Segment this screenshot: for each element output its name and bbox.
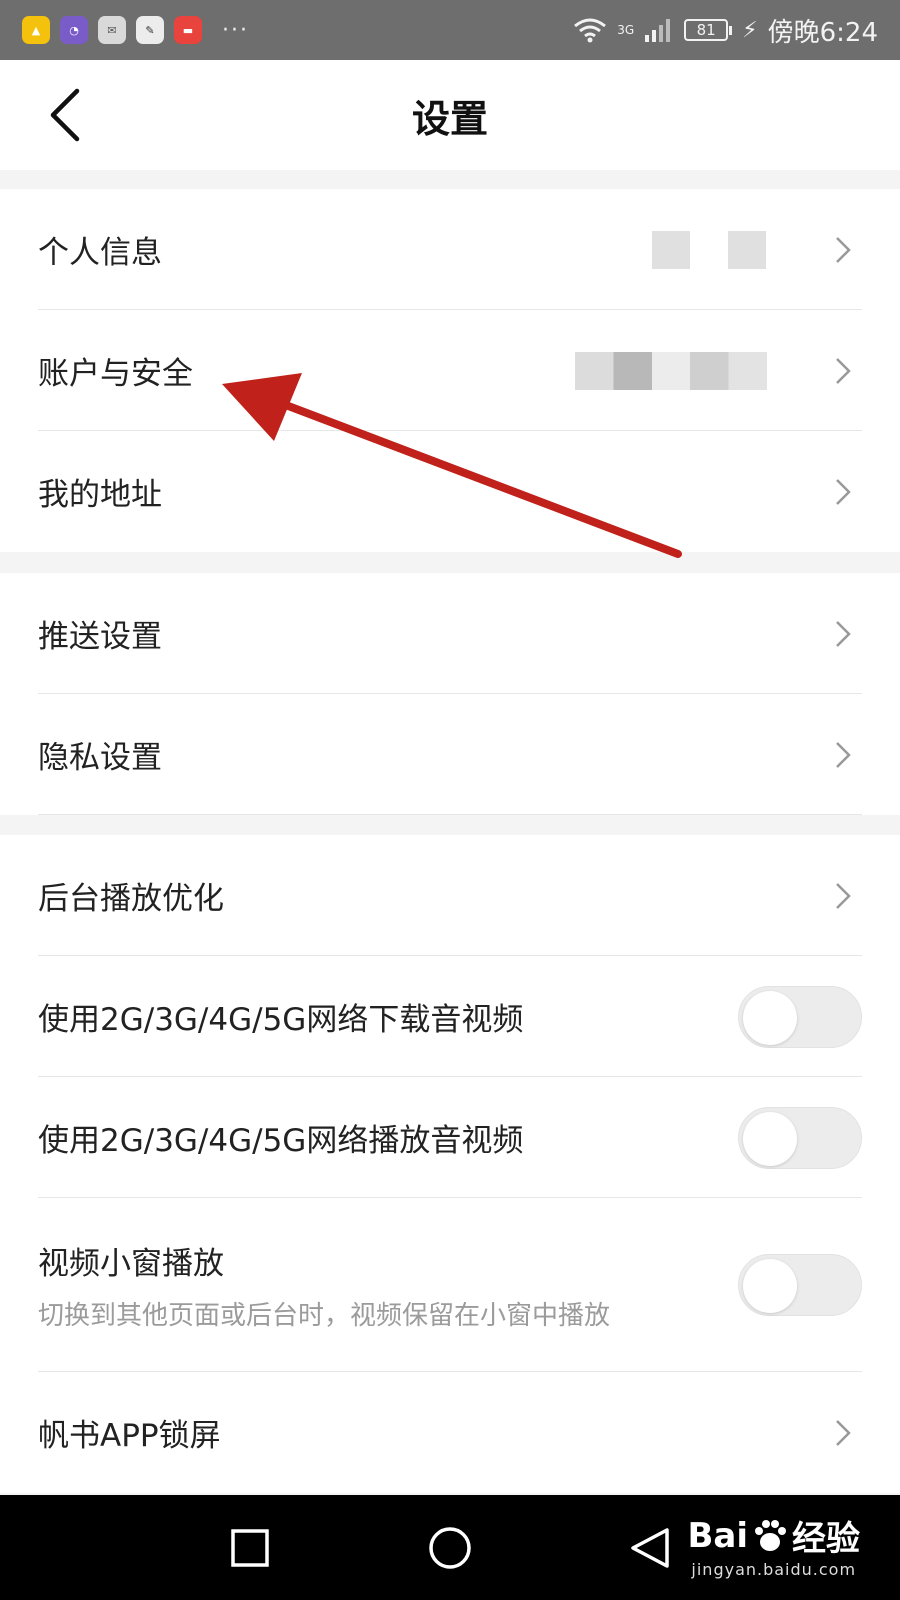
- row-description: 切换到其他页面或后台时，视频保留在小窗中播放: [38, 1301, 611, 1331]
- settings-row-background-playback[interactable]: 后台播放优化: [0, 835, 900, 956]
- mobile-download-toggle[interactable]: [738, 985, 862, 1048]
- row-label: 使用2G/3G/4G/5G网络下载音视频: [38, 1002, 524, 1038]
- row-label: 使用2G/3G/4G/5G网络播放音视频: [38, 1123, 524, 1159]
- settings-row-app-lock-screen[interactable]: 帆书APP锁屏: [0, 1372, 900, 1493]
- huawei-notification-icon: ✉: [98, 16, 126, 44]
- network-type-label: 3G: [617, 23, 635, 37]
- battery-indicator: 81: [684, 19, 733, 41]
- app-notification-icon: ◔: [60, 16, 88, 44]
- mobile-playback-toggle[interactable]: [738, 1106, 862, 1169]
- row-label: 我的地址: [38, 477, 162, 513]
- circle-icon: [429, 1527, 471, 1569]
- account-settings-group: 个人信息 账户与安全 我的地址: [0, 189, 900, 552]
- watermark-url: jingyan.baidu.com: [691, 1560, 857, 1579]
- wifi-icon: [574, 18, 607, 43]
- toggle-knob: [743, 1259, 797, 1313]
- chevron-right-icon: [834, 235, 854, 265]
- chevron-right-icon: [834, 477, 854, 507]
- row-label: 隐私设置: [38, 740, 162, 776]
- settings-row-privacy-settings[interactable]: 隐私设置: [0, 694, 900, 815]
- row-label: 视频小窗播放: [38, 1246, 224, 1282]
- square-icon: [231, 1529, 269, 1567]
- system-navigation-bar: Bai 经验 jingyan.baidu.com: [0, 1495, 900, 1600]
- row-label: 推送设置: [38, 619, 162, 655]
- picture-in-picture-toggle[interactable]: [738, 1254, 862, 1316]
- row-label: 后台播放优化: [38, 881, 224, 917]
- settings-row-mobile-playback: 使用2G/3G/4G/5G网络播放音视频: [0, 1077, 900, 1198]
- toggle-knob: [743, 1111, 797, 1166]
- settings-row-my-address[interactable]: 我的地址: [0, 431, 900, 552]
- redacted-avatar: [652, 230, 690, 269]
- signal-icon: [645, 19, 671, 42]
- redacted-name: [728, 230, 766, 269]
- row-label: 帆书APP锁屏: [38, 1418, 221, 1454]
- notification-icons: ▲ ◔ ✉ ✎ ▬ ···: [22, 16, 249, 44]
- chevron-right-icon: [834, 356, 854, 386]
- playback-settings-group: 后台播放优化 使用2G/3G/4G/5G网络下载音视频 使用2G/3G/4G/5…: [0, 835, 900, 1493]
- back-arrow-icon: [50, 88, 80, 142]
- app-notification-icon: ▬: [174, 16, 202, 44]
- battery-level: 81: [684, 19, 729, 41]
- chevron-right-icon: [834, 619, 854, 649]
- watermark-brand-suffix: 经验: [792, 1519, 860, 1559]
- notification-settings-group: 推送设置 隐私设置: [0, 573, 900, 815]
- home-button[interactable]: [425, 1523, 475, 1573]
- chevron-right-icon: [834, 740, 854, 770]
- settings-row-account-security[interactable]: 账户与安全: [0, 310, 900, 431]
- back-nav-button[interactable]: [625, 1523, 675, 1573]
- watermark-brand: Bai: [687, 1515, 748, 1556]
- row-label: 个人信息: [38, 235, 162, 271]
- charging-icon: ⚡: [742, 17, 758, 43]
- app-notification-icon: ▲: [22, 16, 50, 44]
- paw-logo-icon: [755, 1519, 786, 1551]
- settings-row-personal-info[interactable]: 个人信息: [0, 189, 900, 310]
- status-time: 傍晚6:24: [767, 17, 878, 48]
- app-header: 设置: [0, 60, 900, 170]
- status-bar: ▲ ◔ ✉ ✎ ▬ ··· 3G 81 ⚡ 傍晚6:24: [0, 0, 900, 60]
- chevron-right-icon: [834, 881, 854, 911]
- compass-notification-icon: ✎: [136, 16, 164, 44]
- back-button[interactable]: [34, 82, 94, 148]
- recent-apps-button[interactable]: [225, 1523, 275, 1573]
- more-notifications-icon: ···: [222, 17, 249, 43]
- redacted-phone-number: [575, 351, 767, 390]
- triangle-back-icon: [631, 1528, 669, 1568]
- baidu-jingyan-watermark: Bai 经验 jingyan.baidu.com: [687, 1511, 860, 1580]
- settings-row-mobile-download: 使用2G/3G/4G/5G网络下载音视频: [0, 956, 900, 1077]
- toggle-knob: [743, 990, 797, 1045]
- row-label: 账户与安全: [38, 356, 193, 392]
- settings-row-picture-in-picture: 视频小窗播放 切换到其他页面或后台时，视频保留在小窗中播放: [0, 1198, 900, 1372]
- page-title: 设置: [411, 96, 488, 141]
- chevron-right-icon: [834, 1418, 854, 1448]
- settings-row-push-settings[interactable]: 推送设置: [0, 573, 900, 694]
